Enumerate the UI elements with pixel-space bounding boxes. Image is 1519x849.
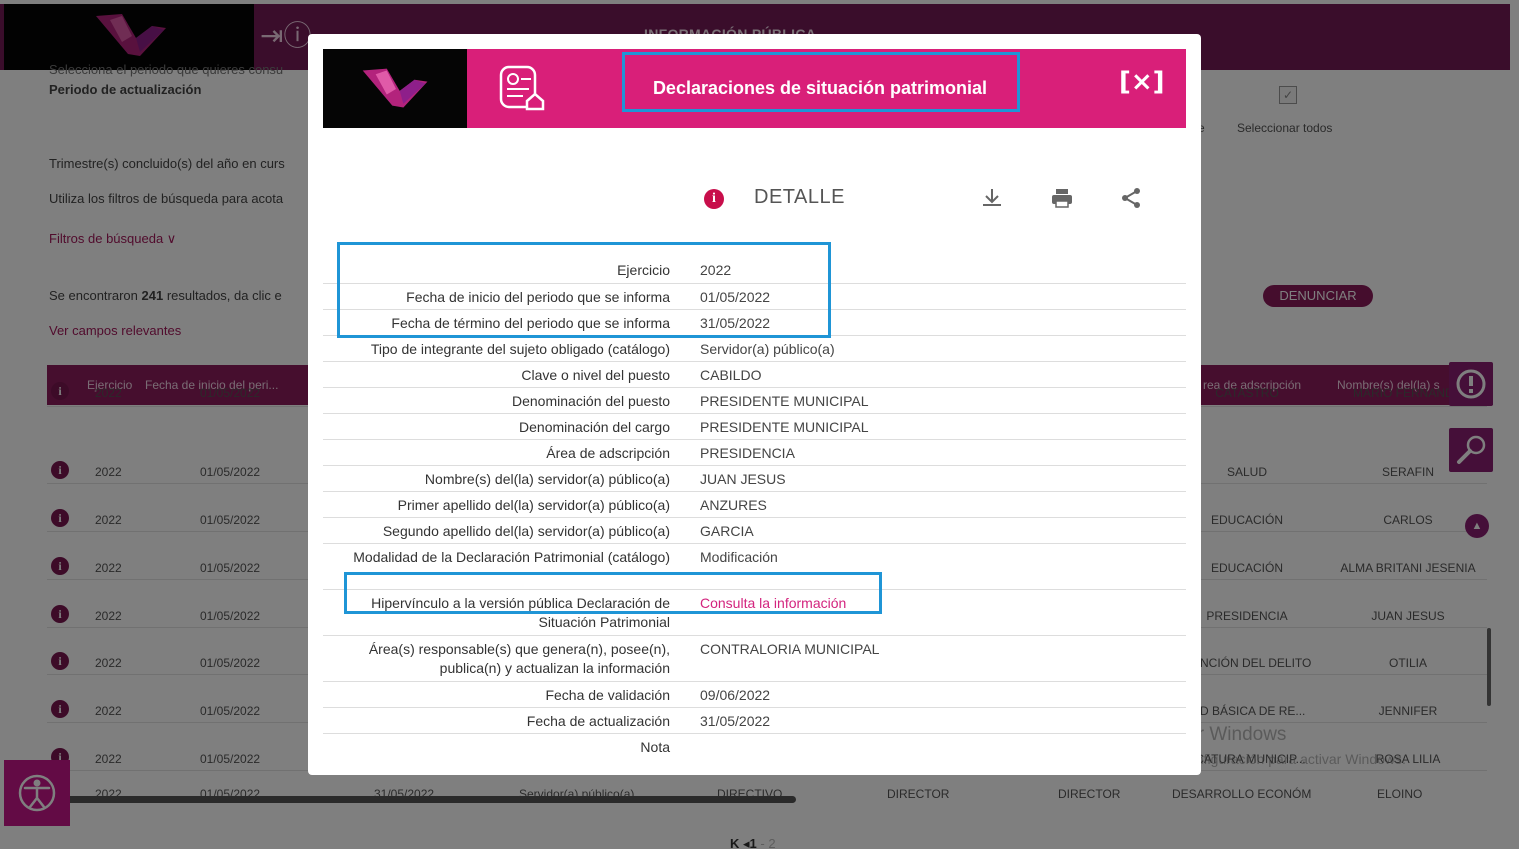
modal-logo — [323, 49, 467, 128]
detail-value: JUAN JESUS — [700, 471, 786, 487]
detail-label: Clave o nivel del puesto — [521, 367, 670, 383]
detail-row: Nombre(s) del(la) servidor(a) público(a)… — [323, 466, 1186, 492]
detail-row: Segundo apellido del(la) servidor(a) púb… — [323, 518, 1186, 544]
detail-label: Fecha de término del periodo que se info… — [391, 315, 670, 331]
detail-label: Ejercicio — [617, 262, 670, 278]
detail-value: 31/05/2022 — [700, 315, 771, 331]
detail-label: Fecha de validación — [545, 687, 670, 703]
detail-label: Tipo de integrante del sujeto obligado (… — [370, 341, 670, 357]
detail-row: Área(s) responsable(s) que genera(n), po… — [323, 636, 1186, 682]
detail-value: PRESIDENTE MUNICIPAL — [700, 393, 869, 409]
detail-value: ANZURES — [700, 497, 767, 513]
modal-title: Declaraciones de situación patrimonial — [652, 78, 988, 98]
detail-value: 31/05/2022 — [700, 713, 771, 729]
detail-row: Primer apellido del(la) servidor(a) públ… — [323, 492, 1186, 518]
detail-value: 09/06/2022 — [700, 687, 771, 703]
print-icon[interactable] — [1050, 186, 1074, 210]
detail-value: Servidor(a) público(a) — [700, 341, 835, 357]
detail-row: Fecha de término del periodo que se info… — [323, 310, 1186, 336]
detail-row: Hipervínculo a la versión pública Declar… — [323, 590, 1186, 636]
info-icon: i — [704, 189, 724, 209]
detail-value: CONTRALORIA MUNICIPAL — [700, 641, 880, 657]
detail-row: Clave o nivel del puesto CABILDO — [323, 362, 1186, 388]
detail-value: 01/05/2022 — [700, 289, 771, 305]
detail-row: Ejercicio 2022 — [323, 257, 1186, 284]
detail-row: Tipo de integrante del sujeto obligado (… — [323, 336, 1186, 362]
detail-row: Fecha de actualización 31/05/2022 — [323, 708, 1186, 734]
detail-label: Área(s) responsable(s) que genera(n), po… — [368, 641, 670, 676]
document-house-icon — [499, 65, 545, 111]
detail-label: Denominación del cargo — [519, 419, 670, 435]
detail-row: Fecha de inicio del periodo que se infor… — [323, 284, 1186, 310]
detail-label: Fecha de inicio del periodo que se infor… — [406, 289, 670, 305]
detail-value: Modificación — [700, 549, 778, 565]
detail-label: Segundo apellido del(la) servidor(a) púb… — [382, 523, 670, 539]
detail-label: Nombre(s) del(la) servidor(a) público(a) — [424, 471, 670, 487]
detail-label: Fecha de actualización — [526, 713, 670, 729]
detail-label: Denominación del puesto — [512, 393, 670, 409]
detail-row: Modalidad de la Declaración Patrimonial … — [323, 544, 1186, 590]
close-icon[interactable]: [×] — [1119, 67, 1165, 97]
detail-row: Denominación del cargo PRESIDENTE MUNICIP… — [323, 414, 1186, 440]
detail-value: PRESIDENCIA — [700, 445, 795, 461]
share-icon[interactable] — [1119, 186, 1143, 210]
download-icon[interactable] — [980, 186, 1004, 210]
detail-label: Nota — [640, 739, 670, 755]
detail-label: Hipervínculo a la versión pública Declar… — [371, 595, 670, 630]
modal-header: Declaraciones de situación patrimonial [… — [323, 49, 1186, 128]
detail-label: Primer apellido del(la) servidor(a) públ… — [397, 497, 670, 513]
detail-row: Denominación del puesto PRESIDENTE MUNICI… — [323, 388, 1186, 414]
detail-modal: Declaraciones de situación patrimonial [… — [308, 34, 1201, 775]
detail-row: Área de adscripción PRESIDENCIA — [323, 440, 1186, 466]
logo-icon — [362, 68, 428, 108]
detail-value: 2022 — [700, 262, 732, 278]
detail-label: Modalidad de la Declaración Patrimonial … — [353, 549, 670, 565]
detail-value: CABILDO — [700, 367, 762, 383]
detail-value: GARCIA — [700, 523, 754, 539]
detail-row: Fecha de validación 09/06/2022 — [323, 682, 1186, 708]
consulta-link[interactable]: Consulta la información — [700, 595, 846, 611]
detail-row: Nota — [323, 734, 1186, 760]
detail-label: DETALLE — [754, 186, 845, 208]
detail-value: PRESIDENTE MUNICIPAL — [700, 419, 869, 435]
detail-label: Área de adscripción — [546, 445, 670, 461]
